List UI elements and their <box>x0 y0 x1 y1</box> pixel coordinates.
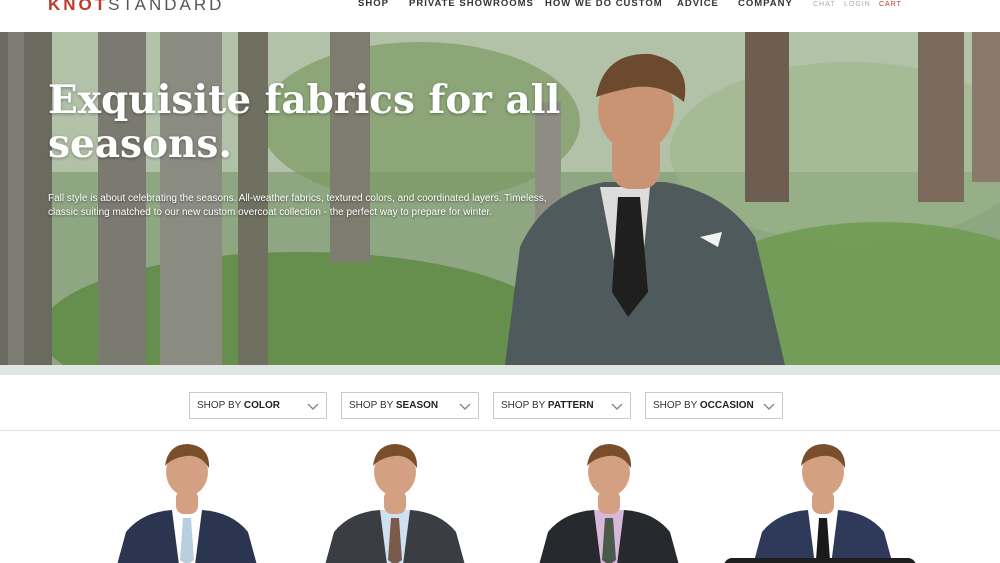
filter-label: SHOP BY PATTERN <box>501 400 594 411</box>
filter-label: SHOP BY COLOR <box>197 400 280 411</box>
blue-suit-model-icon <box>753 444 893 563</box>
chevron-down-icon <box>459 403 471 410</box>
nav-private-showrooms[interactable]: PRIVATE SHOWROOMS <box>409 0 534 9</box>
chat-widget-tab[interactable] <box>724 558 916 563</box>
chat-link[interactable]: CHAT <box>813 1 836 8</box>
site-header: KNOTSTANDARD SHOP PRIVATE SHOWROOMS HOW … <box>0 0 1000 32</box>
shop-by-color-select[interactable]: SHOP BY COLOR <box>189 392 327 419</box>
nav-shop[interactable]: SHOP <box>358 0 389 9</box>
cart-link[interactable]: CART <box>879 1 902 8</box>
hero-description: Fall style is about celebrating the seas… <box>48 193 547 218</box>
shop-by-occasion-select[interactable]: SHOP BY OCCASION <box>645 392 783 419</box>
product-grid <box>0 432 1000 563</box>
chevron-down-icon <box>611 403 623 410</box>
section-divider <box>0 365 1000 375</box>
navy-suit-model-icon <box>117 444 257 563</box>
product-tile[interactable] <box>534 440 684 563</box>
nav-advice[interactable]: ADVICE <box>677 0 719 9</box>
three-piece-suit-model-icon <box>539 444 679 563</box>
product-tile[interactable] <box>748 440 898 563</box>
hero-banner[interactable]: Exquisite fabrics for all seasons. Fall … <box>0 32 1000 365</box>
shop-by-pattern-select[interactable]: SHOP BY PATTERN <box>493 392 631 419</box>
shop-filters-bar: SHOP BY COLOR SHOP BY SEASON SHOP BY PAT… <box>0 375 1000 431</box>
filter-label: SHOP BY OCCASION <box>653 400 754 411</box>
charcoal-suit-model-icon <box>325 444 465 563</box>
hero-title: Exquisite fabrics for all seasons. <box>48 77 561 167</box>
product-tile[interactable] <box>112 440 262 563</box>
chevron-down-icon <box>763 403 775 410</box>
nav-company[interactable]: COMPANY <box>738 0 793 9</box>
login-link[interactable]: LOGIN <box>844 1 871 8</box>
shop-by-season-select[interactable]: SHOP BY SEASON <box>341 392 479 419</box>
nav-how-we-do-custom[interactable]: HOW WE DO CUSTOM <box>545 0 663 9</box>
chevron-down-icon <box>307 403 319 410</box>
filter-label: SHOP BY SEASON <box>349 400 439 411</box>
product-tile[interactable] <box>320 440 470 563</box>
